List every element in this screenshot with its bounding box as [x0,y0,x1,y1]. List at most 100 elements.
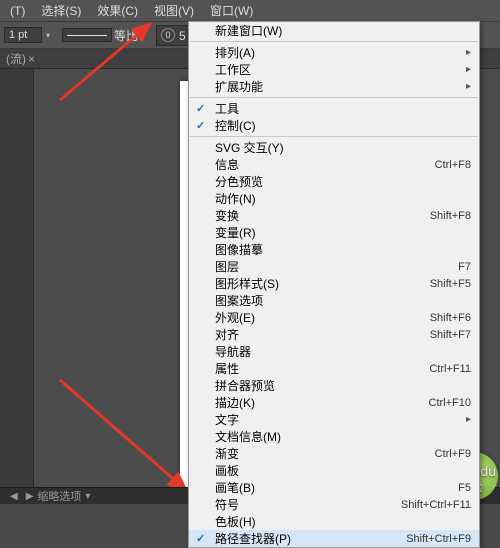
close-icon[interactable]: × [28,52,35,66]
chevron-down-icon[interactable]: ▾ [138,31,150,40]
menu-item[interactable]: 变量(R) [189,224,479,241]
menu-view[interactable]: 视图(V) [146,0,202,21]
menu-item-label: 渐变 [215,445,435,462]
menu-item[interactable]: 分色预览 [189,173,479,190]
menu-item-label: 拼合器预览 [215,377,471,394]
menu-item[interactable]: 色板(H) [189,513,479,530]
menu-item-label: 图案选项 [215,292,471,309]
menu-item-shortcut: Ctrl+F11 [429,363,471,375]
check-icon: ✓ [196,119,205,132]
menu-window[interactable]: 窗口(W) [202,0,261,21]
menu-select[interactable]: 选择(S) [33,0,89,21]
menu-item-shortcut: Shift+Ctrl+F11 [401,499,471,511]
menu-item-label: 信息 [215,156,435,173]
menu-item[interactable]: 渐变Ctrl+F9 [189,445,479,462]
menu-item[interactable]: 图像描摹 [189,241,479,258]
menu-item-label: SVG 交互(Y) [215,139,471,156]
menu-item[interactable]: 图层F7 [189,258,479,275]
menu-separator [190,97,478,98]
menu-item[interactable]: 对齐Shift+F7 [189,326,479,343]
menu-item[interactable]: ✓ 工具 [189,100,479,117]
line-sample-icon [62,28,112,42]
menu-item[interactable]: 外观(E)Shift+F6 [189,309,479,326]
menu-item[interactable]: ✓ 控制(C) [189,117,479,134]
menu-item[interactable]: 导航器 [189,343,479,360]
menu-item[interactable]: 拼合器预览 [189,377,479,394]
menu-item[interactable]: 新建窗口(W) [189,22,479,39]
menu-item-label: 变换 [215,207,430,224]
menu-item-shortcut: F5 [458,482,471,494]
menu-item-label: 工作区 [215,61,471,78]
menu-separator [190,136,478,137]
menu-item-label: 图形样式(S) [215,275,430,292]
menu-item[interactable]: 属性Ctrl+F11 [189,360,479,377]
stroke-weight-input[interactable] [4,27,42,43]
menu-item-label: 属性 [215,360,429,377]
menu-item-shortcut: Shift+F7 [430,329,471,341]
menu-item-label: 动作(N) [215,190,471,207]
stroke-style-field[interactable]: 等比 ▾ [60,27,150,44]
menu-item[interactable]: 扩展功能 [189,78,479,95]
circle-icon: 0 [161,28,175,42]
menu-item[interactable]: 文字 [189,411,479,428]
menu-item-label: 扩展功能 [215,78,471,95]
chevron-left-icon[interactable]: ◀ [10,491,18,502]
menu-item-label: 对齐 [215,326,430,343]
menu-item-label: 图层 [215,258,458,275]
menu-type[interactable]: (T) [2,2,33,20]
chevron-down-icon[interactable]: ▾ [85,491,90,502]
menu-item[interactable]: 画板 [189,462,479,479]
menu-item[interactable]: 动作(N) [189,190,479,207]
menu-item[interactable]: 描边(K)Ctrl+F10 [189,394,479,411]
menu-item-label: 新建窗口(W) [215,22,471,39]
menu-item-label: 画笔(B) [215,479,458,496]
menu-item-label: 分色预览 [215,173,471,190]
status-label: 缩略选项 [37,488,81,504]
menu-item-label: 控制(C) [215,117,471,134]
chevron-right-icon[interactable]: ▶ [26,491,34,502]
menu-item-shortcut: Shift+F6 [430,312,471,324]
menu-item-shortcut: Shift+F8 [430,210,471,222]
menu-item[interactable]: 画笔(B)F5 [189,479,479,496]
menu-item-shortcut: Ctrl+F9 [435,448,471,460]
menu-item[interactable]: 工作区 [189,61,479,78]
tools-sidebar[interactable] [0,69,34,504]
menu-item-shortcut: Shift+Ctrl+F9 [406,533,471,545]
menu-item-label: 文档信息(M) [215,428,471,445]
menu-item-label: 符号 [215,496,401,513]
menu-item[interactable]: 信息Ctrl+F8 [189,156,479,173]
menu-item[interactable]: SVG 交互(Y) [189,139,479,156]
menu-item-label: 外观(E) [215,309,430,326]
menu-item-label: 画板 [215,462,471,479]
window-menu: 新建窗口(W)排列(A)工作区扩展功能✓工具✓控制(C)SVG 交互(Y)信息C… [188,21,480,548]
menu-item-label: 色板(H) [215,513,471,530]
menu-item-label: 图像描摹 [215,241,471,258]
menu-item[interactable]: 变换Shift+F8 [189,207,479,224]
menu-item-label: 文字 [215,411,471,428]
menu-item-label: 变量(R) [215,224,471,241]
menubar: (T) 选择(S) 效果(C) 视图(V) 窗口(W) [0,0,500,21]
menu-item-label: 导航器 [215,343,471,360]
menu-item-shortcut: Shift+F5 [430,278,471,290]
document-tab-label: (流) [6,50,26,67]
menu-item[interactable]: 文档信息(M) [189,428,479,445]
check-icon: ✓ [196,102,205,115]
menu-item[interactable]: 图形样式(S)Shift+F5 [189,275,479,292]
menu-item-shortcut: F7 [458,261,471,273]
menu-item-shortcut: Ctrl+F8 [435,159,471,171]
menu-item[interactable]: ✓ 路径查找器(P)Shift+Ctrl+F9 [189,530,479,547]
menu-item-label: 路径查找器(P) [215,530,406,547]
menu-effect[interactable]: 效果(C) [89,0,146,21]
menu-item[interactable]: 符号Shift+Ctrl+F11 [189,496,479,513]
menu-item-label: 工具 [215,100,471,117]
stroke-weight-field[interactable]: ▾ [4,27,54,43]
check-icon: ✓ [196,532,205,545]
menu-item[interactable]: 排列(A) [189,44,479,61]
menu-item[interactable]: 图案选项 [189,292,479,309]
menu-separator [190,41,478,42]
chevron-down-icon[interactable]: ▾ [42,31,54,40]
menu-item-label: 描边(K) [215,394,429,411]
menu-item-shortcut: Ctrl+F10 [429,397,472,409]
stroke-style-label: 等比 [114,27,138,44]
menu-item-label: 排列(A) [215,44,471,61]
